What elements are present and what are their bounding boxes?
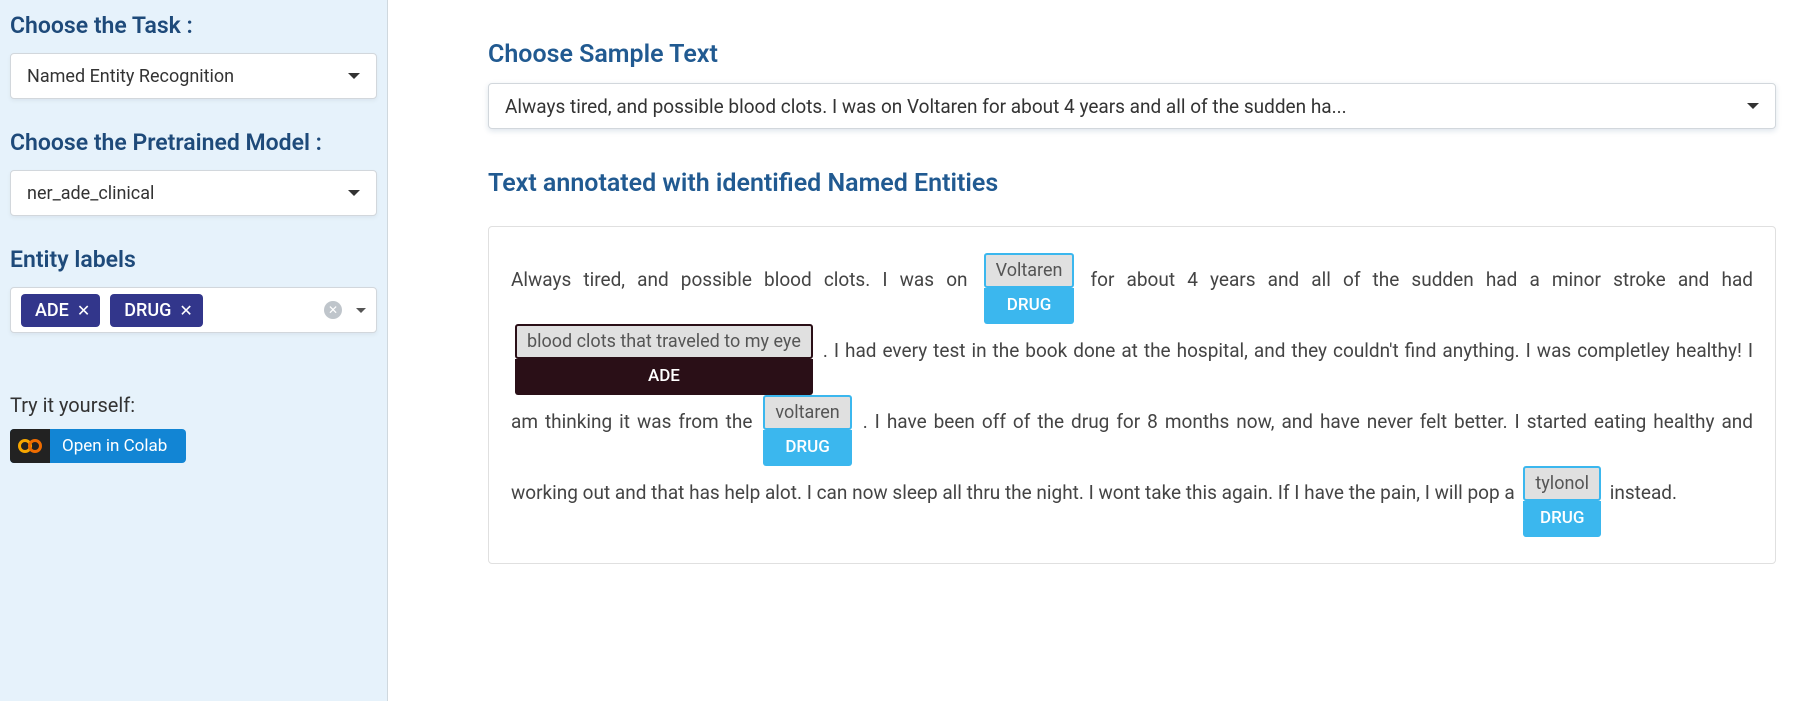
- entity-drug: VoltarenDRUG: [984, 253, 1075, 324]
- sample-text-value: Always tired, and possible blood clots. …: [505, 95, 1347, 118]
- tag-ade-label: ADE: [35, 300, 69, 321]
- entity-labels-section: Entity labels ADE ✕ DRUG ✕ ✕: [10, 246, 377, 333]
- entity-drug: tylonolDRUG: [1523, 466, 1601, 537]
- entity-labels-heading: Entity labels: [10, 246, 377, 273]
- model-label: Choose the Pretrained Model :: [10, 129, 377, 156]
- chevron-down-icon: [348, 190, 360, 196]
- task-label: Choose the Task :: [10, 12, 377, 39]
- chevron-down-icon[interactable]: [356, 308, 366, 313]
- entity-label: DRUG: [984, 288, 1075, 324]
- entity-text: tylonol: [1523, 466, 1601, 501]
- entity-text: voltaren: [763, 395, 851, 430]
- entity-drug: voltarenDRUG: [763, 395, 851, 466]
- sidebar: Choose the Task : Named Entity Recogniti…: [0, 0, 388, 701]
- chevron-down-icon: [348, 73, 360, 79]
- entity-label: DRUG: [1523, 501, 1601, 537]
- colab-icon: [10, 429, 50, 463]
- entity-text: blood clots that traveled to my eye: [515, 324, 813, 359]
- task-section: Choose the Task : Named Entity Recogniti…: [10, 12, 377, 99]
- entity-label: DRUG: [763, 430, 851, 466]
- tag-drug[interactable]: DRUG ✕: [110, 294, 203, 327]
- try-label: Try it yourself:: [10, 393, 377, 417]
- entity-ade: blood clots that traveled to my eyeADE: [515, 324, 813, 395]
- entity-label: ADE: [515, 359, 813, 395]
- close-icon[interactable]: ✕: [179, 301, 192, 320]
- sample-text-heading: Choose Sample Text: [488, 40, 1776, 69]
- sample-text-select[interactable]: Always tired, and possible blood clots. …: [488, 83, 1776, 129]
- clear-all-icon[interactable]: ✕: [324, 301, 342, 319]
- model-select[interactable]: ner_ade_clinical: [10, 170, 377, 216]
- tag-drug-label: DRUG: [124, 300, 171, 321]
- annotated-heading: Text annotated with identified Named Ent…: [488, 169, 1776, 198]
- entity-text: Voltaren: [984, 253, 1075, 288]
- tag-ade[interactable]: ADE ✕: [21, 294, 100, 327]
- task-select[interactable]: Named Entity Recognition: [10, 53, 377, 99]
- main: Choose Sample Text Always tired, and pos…: [388, 0, 1796, 701]
- close-icon[interactable]: ✕: [77, 301, 90, 320]
- task-select-value: Named Entity Recognition: [27, 66, 234, 87]
- colab-button-label: Open in Colab: [50, 436, 179, 456]
- chevron-down-icon: [1747, 103, 1759, 109]
- annotated-text-box: Always tired, and possible blood clots. …: [488, 226, 1776, 564]
- model-section: Choose the Pretrained Model : ner_ade_cl…: [10, 129, 377, 216]
- entity-labels-multiselect[interactable]: ADE ✕ DRUG ✕ ✕: [10, 287, 377, 333]
- try-section: Try it yourself: Open in Colab: [10, 363, 377, 463]
- open-in-colab-button[interactable]: Open in Colab: [10, 429, 186, 463]
- model-select-value: ner_ade_clinical: [27, 183, 154, 204]
- annotated-section: Text annotated with identified Named Ent…: [488, 169, 1776, 564]
- sample-text-section: Choose Sample Text Always tired, and pos…: [488, 40, 1776, 129]
